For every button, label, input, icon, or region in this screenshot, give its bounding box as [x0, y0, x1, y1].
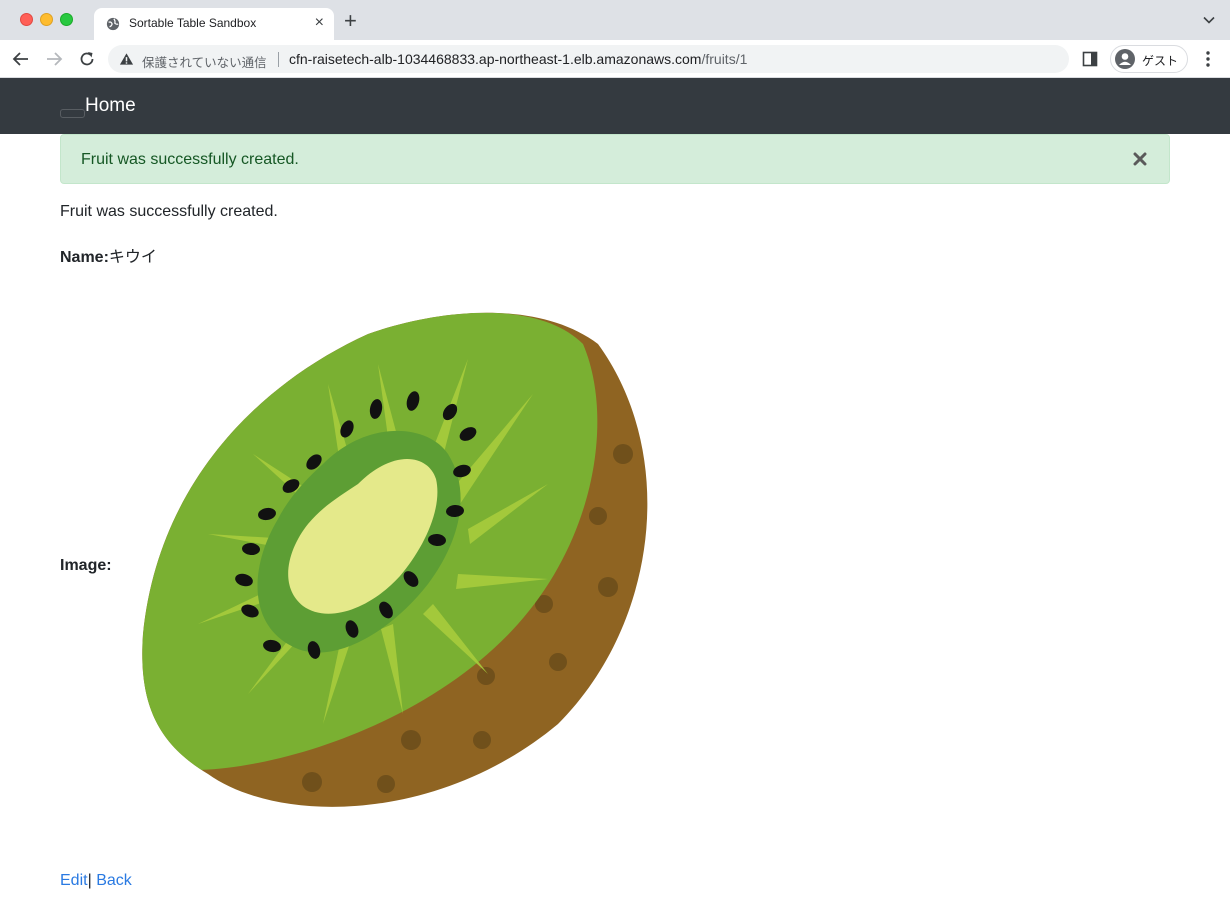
address-separator	[278, 52, 279, 67]
url-path: /fruits/1	[701, 51, 748, 67]
window-zoom-button[interactable]	[60, 13, 73, 26]
side-panel-icon[interactable]	[1082, 51, 1098, 67]
url-text[interactable]: cfn-raisetech-alb-1034468833.ap-northeas…	[289, 51, 747, 67]
new-tab-button[interactable]: +	[344, 10, 357, 32]
reload-icon[interactable]	[77, 49, 97, 69]
back-link[interactable]: Back	[96, 872, 132, 889]
address-bar[interactable]: 保護されていない通信 cfn-raisetech-alb-1034468833.…	[108, 45, 1069, 73]
tab-close-button[interactable]: ×	[315, 14, 324, 32]
back-arrow-icon[interactable]	[11, 49, 31, 69]
security-status-text[interactable]: 保護されていない通信	[142, 52, 267, 71]
notice-text: Fruit was successfully created.	[60, 203, 278, 220]
site-navbar: Home	[0, 78, 1230, 134]
profile-label: ゲスト	[1142, 54, 1179, 68]
kebab-menu-icon[interactable]	[1200, 50, 1216, 68]
window-minimize-button[interactable]	[40, 13, 53, 26]
tab-title: Sortable Table Sandbox	[129, 16, 257, 30]
forward-arrow-icon[interactable]	[44, 49, 64, 69]
name-row: Name:キウイ	[60, 243, 157, 267]
flash-alert: Fruit was successfully created.	[60, 134, 1170, 184]
link-separator: |	[87, 872, 92, 889]
flash-message: Fruit was successfully created.	[81, 151, 299, 168]
url-host: cfn-raisetech-alb-1034468833.ap-northeas…	[289, 51, 702, 67]
window-close-button[interactable]	[20, 13, 33, 26]
edit-link[interactable]: Edit	[60, 872, 88, 889]
action-links: Edit| Back	[60, 872, 132, 890]
warning-triangle-icon[interactable]	[119, 52, 134, 66]
name-value: キウイ	[108, 249, 157, 266]
browser-tab-active[interactable]: Sortable Table Sandbox ×	[94, 8, 334, 40]
kiwi-image	[142, 312, 648, 807]
chevron-down-icon[interactable]	[1202, 13, 1216, 27]
navbar-brand-link[interactable]: Home	[85, 95, 136, 117]
profile-button[interactable]: ゲスト	[1110, 45, 1188, 73]
image-label: Image:	[60, 557, 112, 574]
browser-tabstrip: Sortable Table Sandbox × +	[0, 0, 1230, 40]
name-label: Name:	[60, 249, 109, 266]
globe-icon	[106, 17, 120, 31]
close-icon[interactable]	[1132, 151, 1148, 167]
browser-toolbar: 保護されていない通信 cfn-raisetech-alb-1034468833.…	[0, 40, 1230, 78]
navbar-toggler-button[interactable]	[60, 109, 85, 118]
avatar-icon	[1115, 49, 1135, 69]
